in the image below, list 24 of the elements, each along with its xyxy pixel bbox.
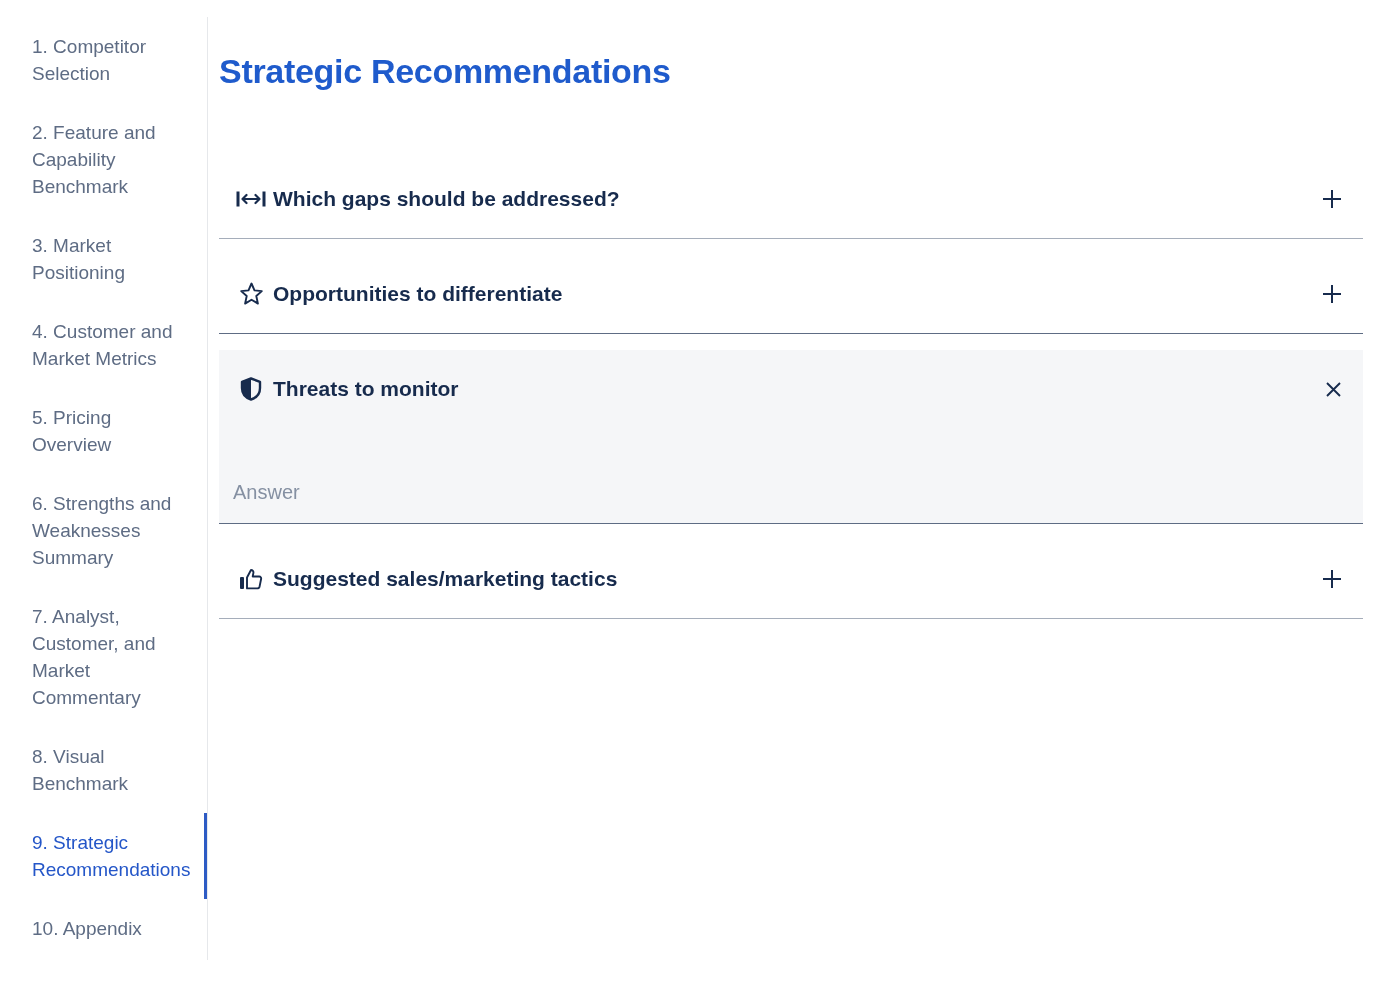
plus-icon — [1323, 570, 1341, 588]
sidebar-link[interactable]: 8. Visual Benchmark — [0, 727, 207, 813]
thumbs-up-icon — [239, 568, 263, 590]
page-title: Strategic Recommendations — [219, 51, 672, 92]
shield-icon — [240, 377, 262, 401]
sidebar-link[interactable]: 4. Customer and Market Metrics — [0, 302, 207, 388]
accordion-header[interactable]: Opportunities to differentiate — [219, 255, 1363, 333]
sidebar-link[interactable]: 6. Strengths and Weaknesses Summary — [0, 474, 207, 587]
sidebar-link[interactable]: 7. Analyst, Customer, and Market Commentary — [0, 587, 207, 727]
plus-icon — [1323, 190, 1341, 208]
sidebar-link[interactable]: 9. Strategic Recommendations — [0, 813, 207, 899]
close-icon — [1326, 381, 1341, 397]
sidebar-link[interactable]: 10. Appendix — [0, 899, 207, 958]
answer-field[interactable]: Answer — [233, 477, 1349, 507]
plus-icon — [1323, 285, 1341, 303]
accordion-header[interactable]: Threats to monitor — [219, 350, 1363, 428]
accordion-header[interactable]: Suggested sales/marketing tactics — [219, 540, 1363, 618]
gap-arrows-icon — [236, 190, 266, 208]
sidebar-link[interactable]: 3. Market Positioning — [0, 216, 207, 302]
sidebar-link[interactable]: 2. Feature and Capability Benchmark — [0, 103, 207, 216]
star-icon — [238, 282, 264, 306]
accordion-header[interactable]: Which gaps should be addressed? — [219, 160, 1363, 238]
sidebar-link[interactable]: 5. Pricing Overview — [0, 388, 207, 474]
sidebar-link[interactable]: 1. Competitor Selection — [0, 17, 207, 103]
